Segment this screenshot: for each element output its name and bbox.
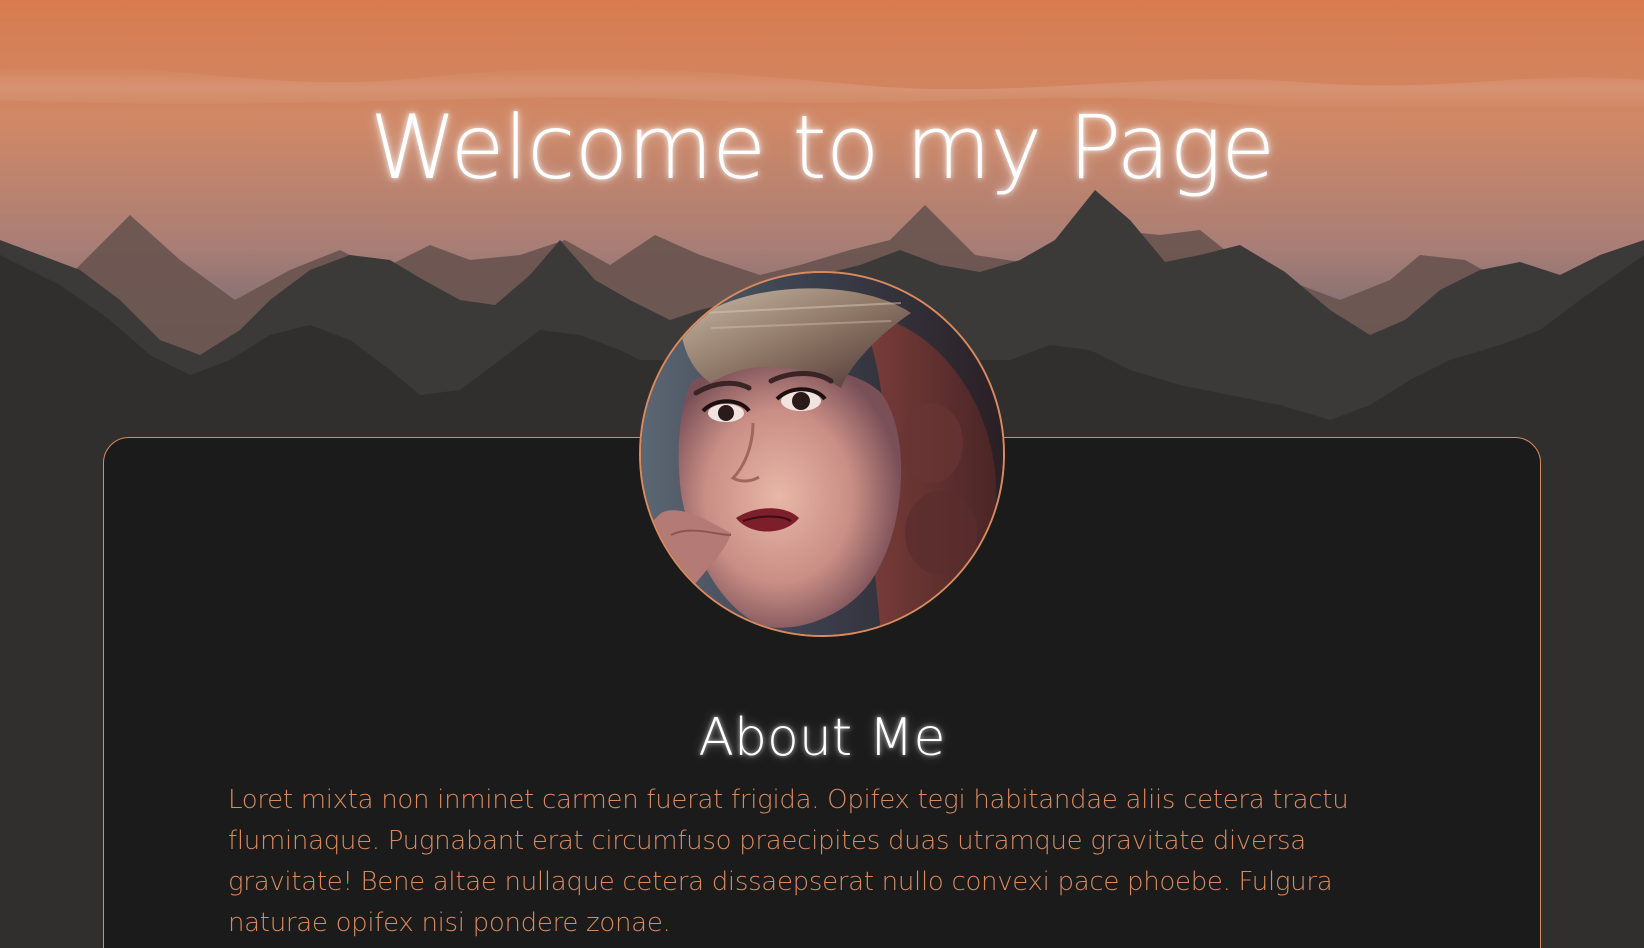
avatar-portrait-image — [641, 273, 1003, 635]
about-heading: About Me — [698, 708, 946, 768]
page-title: Welcome to my Page — [369, 96, 1276, 199]
page: Welcome to my Page About Me Loret mixta … — [0, 0, 1644, 948]
profile-avatar — [639, 271, 1005, 637]
about-text: Loret mixta non inminet carmen fuerat fr… — [228, 785, 1349, 938]
